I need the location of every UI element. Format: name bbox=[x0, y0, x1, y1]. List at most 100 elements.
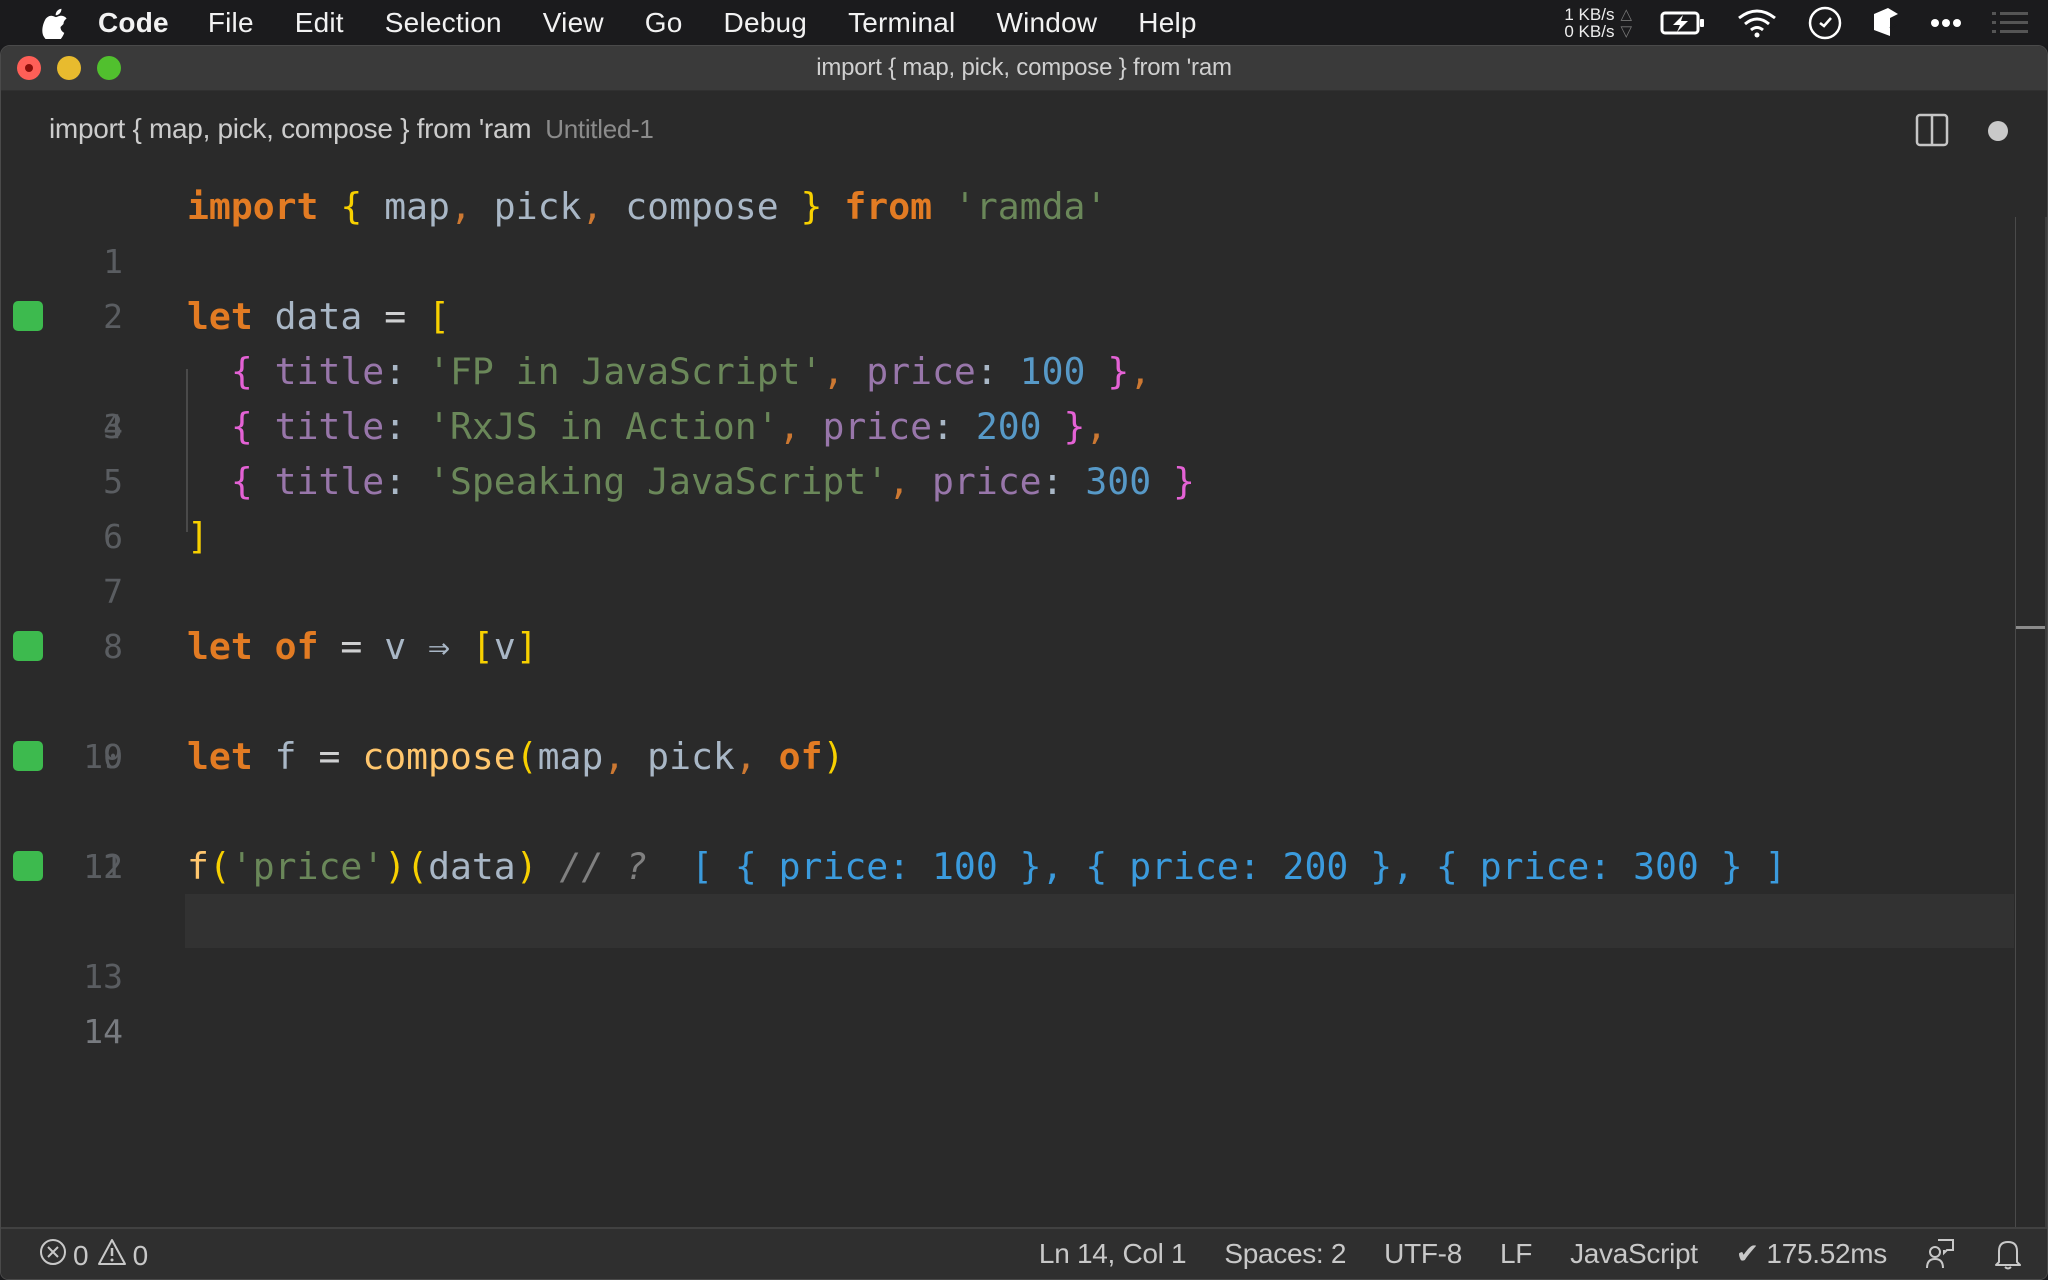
token-function: compose bbox=[362, 735, 516, 778]
token-comma: , bbox=[581, 185, 604, 228]
code-line[interactable]: 7 ] bbox=[1, 509, 2047, 611]
token-brace: } bbox=[1173, 460, 1195, 503]
token-keyword: let bbox=[187, 625, 253, 668]
editor-tab[interactable]: import { map, pick, compose } from 'ram U… bbox=[49, 113, 654, 145]
dropbox-icon[interactable] bbox=[1872, 6, 1900, 40]
code-line[interactable]: 4 { title: 'FP in JavaScript', price: 10… bbox=[1, 344, 2047, 446]
notification-center-icon[interactable] bbox=[1992, 11, 2028, 34]
apple-menu-icon[interactable] bbox=[40, 6, 70, 40]
unsaved-changes-dot-icon[interactable] bbox=[1988, 121, 2008, 141]
token-brace: { bbox=[340, 185, 363, 228]
code-line[interactable]: 9 let of = v ⇒ [v] bbox=[1, 619, 2047, 776]
menu-window[interactable]: Window bbox=[996, 7, 1097, 39]
error-icon bbox=[39, 1238, 67, 1273]
inline-result: [ { price: 100 }, { price: 200 }, { pric… bbox=[691, 845, 1787, 888]
quokka-timing[interactable]: ✔ 175.52ms bbox=[1736, 1237, 1888, 1270]
indentation-setting[interactable]: Spaces: 2 bbox=[1224, 1238, 1346, 1270]
token-comma: , bbox=[1085, 405, 1108, 448]
code-content: { title: 'FP in JavaScript', price: 100 … bbox=[187, 344, 1151, 399]
code-line[interactable]: 6 { title: 'Speaking JavaScript', price:… bbox=[1, 454, 2047, 556]
code-line[interactable]: 8 bbox=[1, 564, 2047, 666]
notifications-bell-icon[interactable] bbox=[1995, 1238, 2021, 1270]
menu-app-code[interactable]: Code bbox=[98, 7, 169, 39]
menu-help[interactable]: Help bbox=[1138, 7, 1196, 39]
token-keyword: from bbox=[844, 185, 933, 228]
cursor-position[interactable]: Ln 14, Col 1 bbox=[1039, 1238, 1187, 1270]
feedback-icon[interactable] bbox=[1925, 1238, 1955, 1270]
status-bar-right: Ln 14, Col 1 Spaces: 2 UTF-8 LF JavaScri… bbox=[1039, 1237, 2047, 1270]
token-property: title bbox=[274, 405, 385, 448]
code-line[interactable]: 11 let f = compose(map, pick, of) bbox=[1, 729, 2047, 886]
clock-icon[interactable] bbox=[1808, 6, 1842, 40]
token-paren: ) bbox=[384, 845, 407, 888]
menu-selection[interactable]: Selection bbox=[385, 7, 502, 39]
token-brace: { bbox=[230, 405, 253, 448]
close-window-button[interactable] bbox=[17, 56, 41, 80]
problems-indicator[interactable]: 0 0 bbox=[39, 1238, 156, 1273]
title-bar[interactable]: import { map, pick, compose } from 'ram bbox=[1, 46, 2047, 91]
token-number: 300 bbox=[1085, 460, 1152, 503]
menu-debug[interactable]: Debug bbox=[724, 7, 808, 39]
coverage-marker-icon bbox=[13, 301, 43, 331]
token-operator: = bbox=[340, 625, 363, 668]
overview-ruler-cursor-mark bbox=[2016, 626, 2047, 629]
maximize-window-button[interactable] bbox=[97, 56, 121, 80]
wifi-icon[interactable] bbox=[1736, 8, 1778, 38]
code-line[interactable]: 13 f('price')(data) // ? [ { price: 100 … bbox=[1, 839, 2047, 996]
code-line[interactable]: 5 { title: 'RxJS in Action', price: 200 … bbox=[1, 399, 2047, 501]
token-property: price bbox=[866, 350, 976, 393]
menu-edit[interactable]: Edit bbox=[295, 7, 344, 39]
overview-ruler[interactable] bbox=[2015, 217, 2016, 1277]
code-line-current[interactable]: 14 bbox=[1, 894, 2047, 1051]
end-of-line[interactable]: LF bbox=[1500, 1238, 1532, 1270]
split-editor-button[interactable] bbox=[1915, 113, 1949, 147]
menu-view[interactable]: View bbox=[543, 7, 604, 39]
network-speed[interactable]: 1 KB/s 0 KB/s bbox=[1564, 6, 1614, 40]
code-content: f('price')(data) // ? [ { price: 100 }, … bbox=[187, 839, 1786, 894]
window-title: import { map, pick, compose } from 'ram bbox=[816, 54, 1232, 81]
token-identifier-of: of bbox=[778, 735, 823, 778]
token-bracket: ] bbox=[515, 625, 538, 668]
code-line[interactable]: 1 import { map, pick, compose } from 'ra… bbox=[1, 179, 2047, 281]
code-content: let f = compose(map, pick, of) bbox=[187, 729, 844, 784]
download-arrow-icon: ▽ bbox=[1620, 22, 1632, 40]
code-line[interactable]: 3 let data = [ bbox=[1, 289, 2047, 446]
menu-terminal[interactable]: Terminal bbox=[848, 7, 955, 39]
code-editor[interactable]: 1 import { map, pick, compose } from 'ra… bbox=[1, 179, 2047, 1277]
tab-description: Untitled-1 bbox=[545, 114, 654, 144]
more-icon[interactable] bbox=[1930, 18, 1962, 28]
token-keyword: let bbox=[187, 735, 253, 778]
code-content: let of = v ⇒ [v] bbox=[187, 619, 538, 674]
battery-charging-icon[interactable] bbox=[1660, 10, 1706, 36]
menu-file[interactable]: File bbox=[208, 7, 254, 39]
token-property: price bbox=[822, 405, 932, 448]
code-line[interactable]: 2 bbox=[1, 234, 2047, 336]
warning-icon bbox=[97, 1238, 127, 1273]
code-line[interactable]: 10 bbox=[1, 674, 2047, 776]
file-encoding[interactable]: UTF-8 bbox=[1384, 1238, 1462, 1270]
token-colon: : bbox=[384, 405, 407, 448]
token-identifier: map bbox=[537, 735, 604, 778]
language-mode[interactable]: JavaScript bbox=[1570, 1238, 1698, 1270]
token-string: 'Speaking JavaScript' bbox=[428, 460, 889, 503]
token-comma: , bbox=[1129, 350, 1152, 393]
menu-go[interactable]: Go bbox=[645, 7, 683, 39]
token-brace: { bbox=[230, 350, 253, 393]
token-colon: : bbox=[384, 460, 407, 503]
token-number: 100 bbox=[1019, 350, 1086, 393]
minimize-window-button[interactable] bbox=[57, 56, 81, 80]
code-line[interactable]: 12 bbox=[1, 784, 2047, 886]
